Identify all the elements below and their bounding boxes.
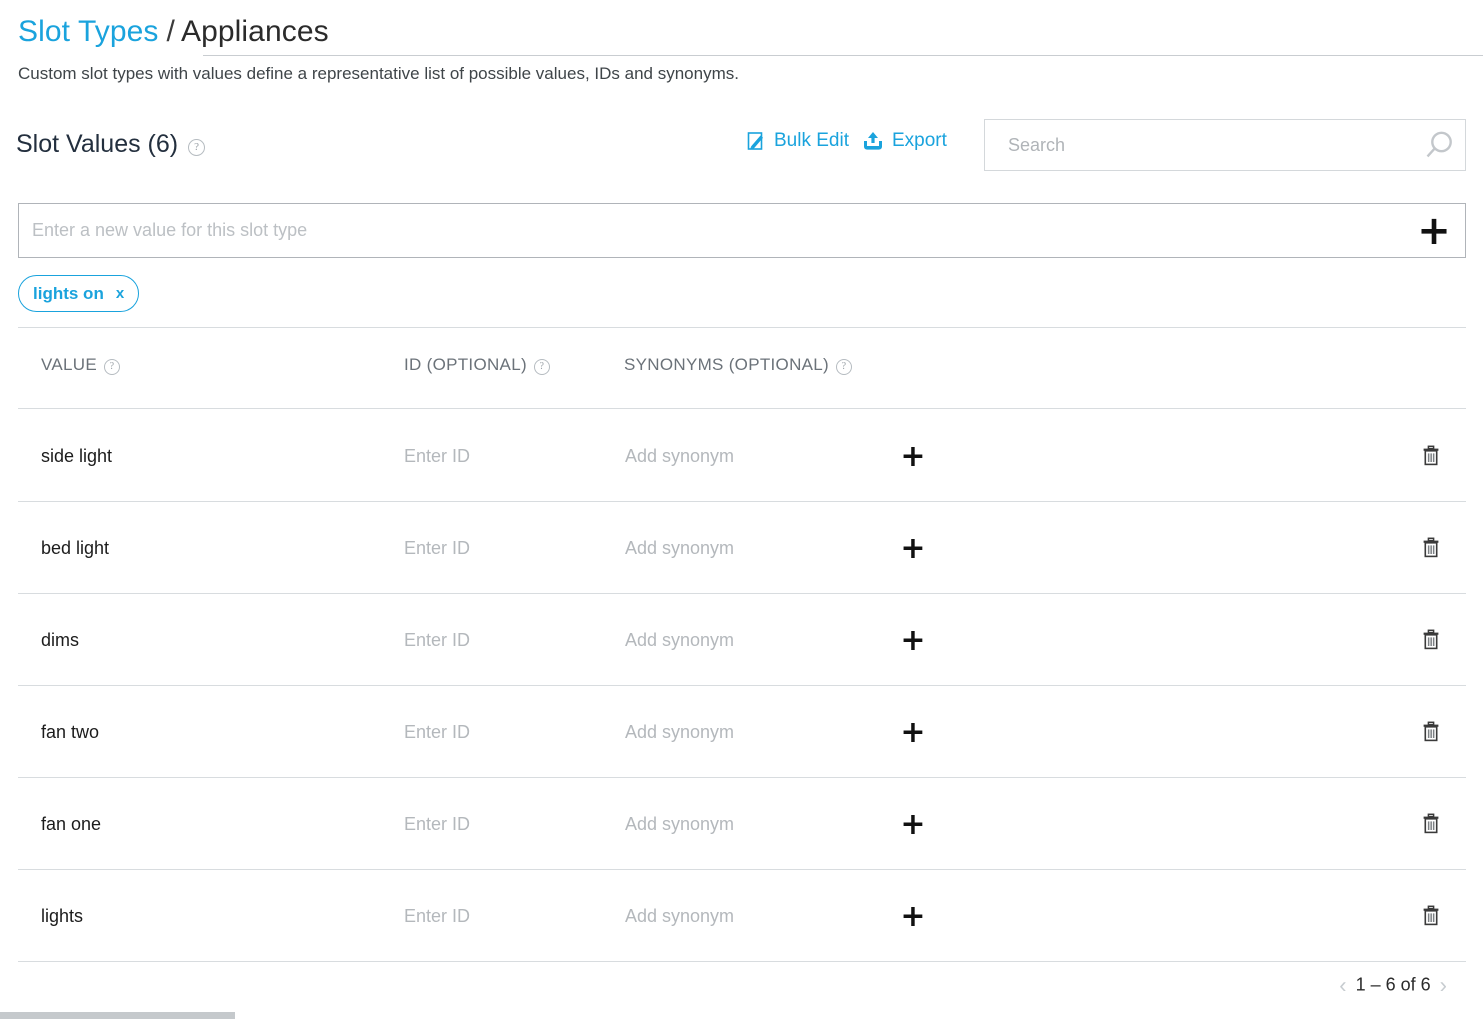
trash-icon (1423, 537, 1439, 558)
column-header-id: ID (OPTIONAL)? (404, 355, 550, 375)
table-row: fan two Enter ID Add synonym + (0, 686, 1483, 778)
bulk-edit-button[interactable]: Bulk Edit (746, 130, 849, 152)
help-icon-value[interactable]: ? (104, 359, 120, 375)
export-label: Export (892, 130, 947, 151)
value-chip-lights-on[interactable]: lights on x (18, 275, 140, 312)
page-header: Slot Types / Appliances (0, 0, 1483, 62)
table-row: bed light Enter ID Add synonym + (0, 502, 1483, 594)
cell-id-placeholder[interactable]: Enter ID (404, 686, 470, 778)
column-header-synonyms: SYNONYMS (OPTIONAL)? (624, 355, 853, 375)
row-divider (18, 961, 1466, 962)
pagination: ‹ 1 – 6 of 6 › (1339, 974, 1447, 996)
table-header-divider (18, 408, 1466, 409)
trash-icon (1423, 629, 1439, 650)
chip-divider (18, 327, 1466, 328)
cell-id-placeholder[interactable]: Enter ID (404, 778, 470, 870)
breadcrumb: Slot Types / Appliances (18, 12, 329, 52)
slot-type-editor-page: Slot Types / Appliances Custom slot types … (0, 0, 1483, 1021)
breadcrumb-link-slot-types[interactable]: Slot Types (18, 15, 159, 48)
delete-row-button[interactable] (1414, 594, 1448, 686)
cell-synonym-placeholder[interactable]: Add synonym (625, 410, 734, 502)
delete-row-button[interactable] (1414, 778, 1448, 870)
horizontal-scrollbar-thumb[interactable] (0, 1012, 235, 1019)
cell-value[interactable]: fan one (41, 778, 101, 870)
table-row: lights Enter ID Add synonym + (0, 870, 1483, 962)
search-icon[interactable] (1421, 128, 1457, 164)
cell-synonym-placeholder[interactable]: Add synonym (625, 502, 734, 594)
add-synonym-button[interactable]: + (898, 594, 928, 686)
trash-icon (1423, 813, 1439, 834)
slot-values-table: side light Enter ID Add synonym + bed li… (0, 410, 1483, 962)
trash-icon (1423, 721, 1439, 742)
page-subtitle: Custom slot types with values define a r… (18, 64, 739, 83)
trash-icon (1423, 445, 1439, 466)
bulk-edit-label: Bulk Edit (774, 130, 849, 151)
cell-synonym-placeholder[interactable]: Add synonym (625, 686, 734, 778)
column-header-id-label: ID (OPTIONAL) (404, 355, 527, 374)
cell-value[interactable]: lights (41, 870, 83, 962)
cell-id-placeholder[interactable]: Enter ID (404, 594, 470, 686)
add-synonym-button[interactable]: + (898, 686, 928, 778)
pagination-label: 1 – 6 of 6 (1355, 974, 1431, 995)
cell-value[interactable]: dims (41, 594, 79, 686)
help-icon-slot-values[interactable]: ? (188, 139, 206, 156)
chevron-right-icon[interactable]: › (1440, 974, 1447, 996)
export-button[interactable]: Export (862, 130, 947, 152)
chevron-left-icon[interactable]: ‹ (1339, 974, 1346, 996)
delete-row-button[interactable] (1414, 870, 1448, 962)
add-synonym-button[interactable]: + (898, 778, 928, 870)
table-row: dims Enter ID Add synonym + (0, 594, 1483, 686)
table-row: fan one Enter ID Add synonym + (0, 778, 1483, 870)
cell-value[interactable]: fan two (41, 686, 99, 778)
help-icon-synonyms[interactable]: ? (836, 359, 853, 375)
cell-value[interactable]: side light (41, 410, 112, 502)
cell-synonym-placeholder[interactable]: Add synonym (625, 594, 734, 686)
new-value-input[interactable] (30, 205, 1370, 256)
cell-id-placeholder[interactable]: Enter ID (404, 410, 470, 502)
trash-icon (1423, 905, 1439, 926)
close-icon[interactable]: x (116, 285, 124, 302)
add-synonym-button[interactable]: + (898, 870, 928, 962)
cell-value[interactable]: bed light (41, 502, 109, 594)
header-divider (203, 55, 1483, 56)
delete-row-button[interactable] (1414, 686, 1448, 778)
add-synonym-button[interactable]: + (898, 410, 928, 502)
cell-synonym-placeholder[interactable]: Add synonym (625, 778, 734, 870)
breadcrumb-separator: / (166, 15, 175, 48)
slot-values-heading-label: Slot Values (6) (16, 130, 179, 158)
cell-id-placeholder[interactable]: Enter ID (404, 502, 470, 594)
delete-row-button[interactable] (1414, 410, 1448, 502)
cell-id-placeholder[interactable]: Enter ID (404, 870, 470, 962)
delete-row-button[interactable] (1414, 502, 1448, 594)
table-row: side light Enter ID Add synonym + (0, 410, 1483, 502)
column-header-value: VALUE? (41, 355, 120, 375)
bulk-edit-icon (746, 131, 766, 151)
add-synonym-button[interactable]: + (898, 502, 928, 594)
value-chip-label: lights on (33, 283, 104, 303)
help-icon-id[interactable]: ? (533, 359, 550, 375)
horizontal-scrollbar[interactable] (0, 1010, 1483, 1021)
add-value-button[interactable]: + (1414, 211, 1454, 252)
slot-values-heading: Slot Values (6)? (16, 127, 206, 161)
table-header: VALUE? ID (OPTIONAL)? SYNONYMS (OPTIONAL… (0, 355, 1483, 410)
column-header-synonyms-label: SYNONYMS (OPTIONAL) (624, 355, 830, 374)
export-upload-icon (862, 131, 884, 151)
column-header-value-label: VALUE (41, 355, 97, 374)
page-title: Appliances (180, 15, 329, 48)
cell-synonym-placeholder[interactable]: Add synonym (625, 870, 734, 962)
search-input[interactable] (1000, 120, 1420, 170)
